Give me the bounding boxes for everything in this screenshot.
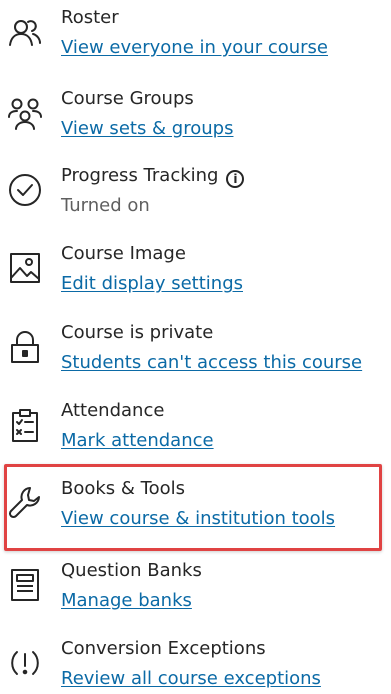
clipboard-icon bbox=[6, 406, 44, 444]
attendance-item: Attendance Mark attendance bbox=[0, 398, 391, 460]
progress-tracking-title: Progress Tracking i bbox=[61, 163, 245, 189]
roster-title: Roster bbox=[61, 7, 119, 28]
course-privacy-item: Course is private Students can't access … bbox=[0, 320, 391, 382]
check-circle-icon bbox=[6, 171, 44, 209]
question-banks-title: Question Banks bbox=[61, 560, 202, 581]
progress-tracking-item: Progress Tracking i Turned on bbox=[0, 163, 391, 225]
course-groups-item: Course Groups View sets & groups bbox=[0, 86, 391, 148]
books-tools-item: Books & Tools View course & institution … bbox=[0, 476, 391, 538]
course-privacy-title: Course is private bbox=[61, 322, 214, 343]
question-bank-icon bbox=[6, 566, 44, 604]
wrench-icon bbox=[6, 484, 44, 522]
image-icon bbox=[6, 249, 44, 287]
question-banks-item: Question Banks Manage banks bbox=[0, 558, 391, 620]
course-image-link[interactable]: Edit display settings bbox=[61, 271, 243, 297]
conversion-exceptions-item: Conversion Exceptions Review all course … bbox=[0, 636, 391, 694]
course-image-item: Course Image Edit display settings bbox=[0, 241, 391, 303]
question-banks-link[interactable]: Manage banks bbox=[61, 588, 192, 614]
lock-icon bbox=[6, 328, 44, 366]
books-tools-title: Books & Tools bbox=[61, 478, 185, 499]
books-tools-link[interactable]: View course & institution tools bbox=[61, 506, 335, 532]
roster-link[interactable]: View everyone in your course bbox=[61, 35, 328, 61]
course-groups-link[interactable]: View sets & groups bbox=[61, 116, 233, 142]
roster-icon bbox=[6, 13, 44, 51]
attendance-link[interactable]: Mark attendance bbox=[61, 428, 214, 454]
roster-item: Roster View everyone in your course bbox=[0, 5, 391, 67]
exception-icon bbox=[6, 644, 44, 682]
progress-tracking-label: Progress Tracking bbox=[61, 165, 219, 186]
conversion-exceptions-link[interactable]: Review all course exceptions bbox=[61, 666, 321, 692]
conversion-exceptions-title: Conversion Exceptions bbox=[61, 638, 266, 659]
progress-tracking-status: Turned on bbox=[61, 195, 150, 216]
attendance-title: Attendance bbox=[61, 400, 165, 421]
course-privacy-link[interactable]: Students can't access this course bbox=[61, 350, 362, 376]
groups-icon bbox=[6, 94, 44, 132]
course-groups-title: Course Groups bbox=[61, 88, 194, 109]
course-image-title: Course Image bbox=[61, 243, 186, 264]
info-icon[interactable]: i bbox=[226, 170, 245, 188]
